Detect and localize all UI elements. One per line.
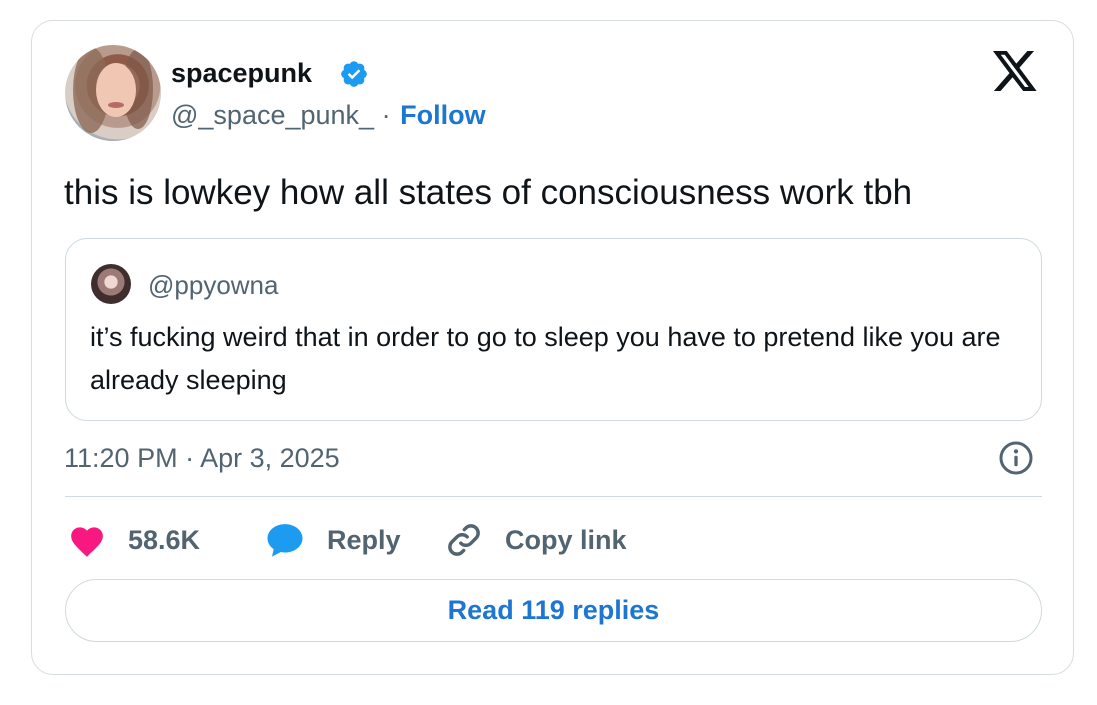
tweet-card: spacepunk @_space_punk_ · Follow this is… (31, 20, 1074, 675)
tweet-timestamp[interactable]: 11:20 PM · Apr 3, 2025 (64, 441, 340, 475)
follow-button[interactable]: Follow (400, 100, 485, 130)
info-icon[interactable] (998, 440, 1034, 476)
copy-link-label: Copy link (505, 524, 627, 555)
quoted-author-handle: @ppyowna (148, 270, 279, 300)
reply-button[interactable]: Reply (265, 520, 401, 560)
x-logo-icon[interactable] (993, 51, 1039, 91)
copy-link-button[interactable]: Copy link (445, 520, 627, 560)
link-icon (448, 524, 480, 556)
divider (65, 496, 1042, 497)
quoted-tweet[interactable]: @ppyowna it’s fucking weird that in orde… (65, 238, 1042, 421)
author-handle-line: @_space_punk_ · Follow (171, 99, 486, 131)
like-button[interactable]: 58.6K (68, 520, 200, 560)
author-display-name[interactable]: spacepunk (171, 57, 312, 89)
avatar-lips (108, 102, 124, 108)
author-handle[interactable]: @_space_punk_ (171, 100, 374, 130)
read-replies-button[interactable]: Read 119 replies (65, 579, 1042, 642)
heart-icon (71, 527, 103, 557)
handle-separator: · (381, 100, 391, 130)
verified-badge-icon (341, 61, 367, 87)
reply-label: Reply (327, 524, 401, 555)
author-avatar[interactable] (65, 45, 161, 141)
quoted-tweet-text: it’s fucking weird that in order to go t… (90, 322, 1001, 395)
quoted-author-avatar (91, 264, 131, 304)
tweet-text: this is lowkey how all states of conscio… (64, 173, 913, 212)
like-count: 58.6K (128, 524, 201, 555)
read-replies-label: Read 119 replies (447, 595, 660, 625)
speech-bubble-icon (267, 524, 303, 557)
avatar-face (96, 63, 136, 117)
